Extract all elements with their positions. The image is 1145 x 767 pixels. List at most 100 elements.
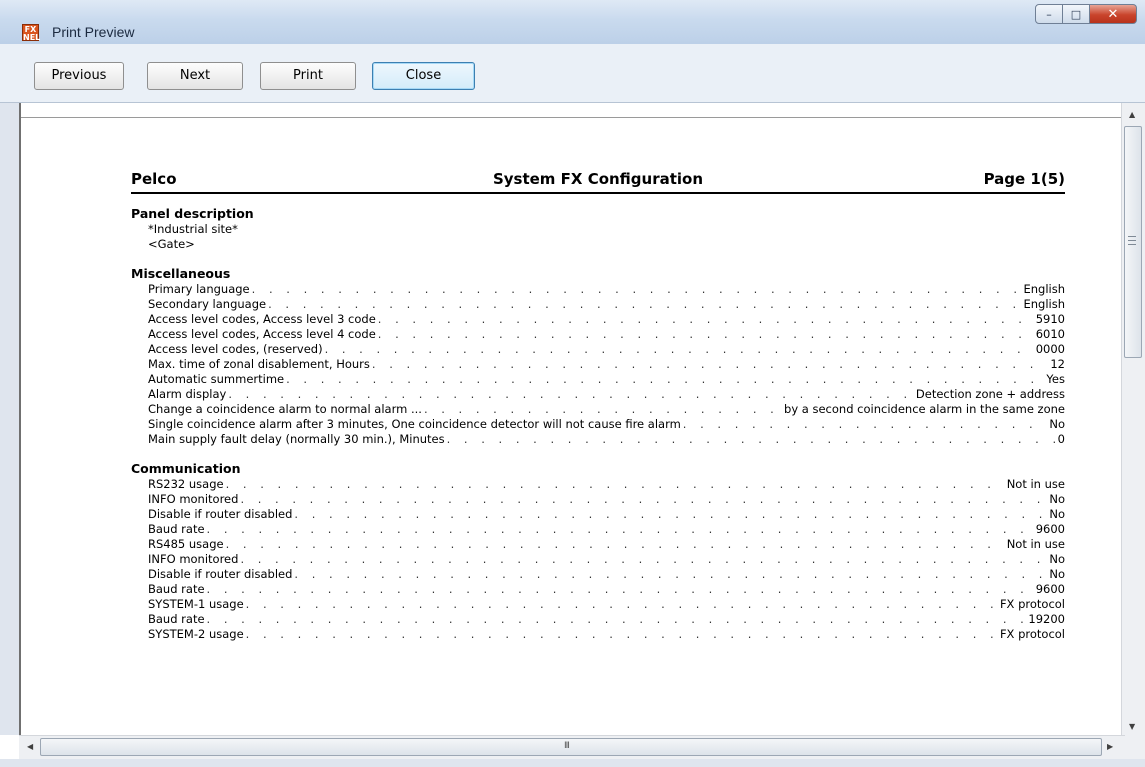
scroll-right-icon[interactable]: ▶ [1107, 742, 1113, 751]
setting-value: FX protocol [999, 597, 1065, 611]
dot-leader [294, 567, 1047, 582]
setting-value: No [1049, 492, 1065, 506]
previous-button[interactable]: Previous [34, 62, 124, 90]
dot-leader [240, 552, 1047, 567]
setting-value: Not in use [1006, 537, 1065, 551]
dot-leader [325, 342, 1034, 357]
setting-label: Baud rate [148, 522, 205, 536]
dot-leader [372, 357, 1048, 372]
setting-row: Main supply fault delay (normally 30 min… [131, 432, 1065, 447]
setting-row: Access level codes, Access level 3 code 5… [131, 312, 1065, 327]
section-title: Miscellaneous [131, 266, 231, 281]
dot-leader [378, 312, 1034, 327]
setting-row: RS485 usage Not in use [131, 537, 1065, 552]
setting-label: INFO monitored [148, 492, 239, 506]
setting-value: Yes [1046, 372, 1065, 386]
grip-icon [1128, 236, 1136, 245]
section-communication: Communication RS232 usageNot in useINFO … [131, 461, 1065, 642]
dot-leader [207, 522, 1034, 537]
setting-label: Baud rate [148, 612, 205, 626]
setting-value: 5910 [1035, 312, 1065, 326]
dot-leader [226, 537, 1005, 552]
setting-row: INFO monitored No [131, 552, 1065, 567]
section-title: Communication [131, 461, 241, 476]
minimize-icon: – [1046, 7, 1052, 21]
setting-value: Detection zone + address [915, 387, 1065, 401]
setting-row: Access level codes, (reserved) 0000 [131, 342, 1065, 357]
setting-value: Not in use [1006, 477, 1065, 491]
dot-leader [228, 387, 914, 402]
dot-leader [246, 627, 998, 642]
setting-value: by a second coincidence alarm in the sam… [784, 402, 1065, 416]
section-miscellaneous: Miscellaneous Primary languageEnglishSec… [131, 266, 1065, 447]
section-title: Panel description [131, 206, 254, 221]
setting-row: Primary language English [131, 282, 1065, 297]
setting-label: Secondary language [148, 297, 267, 311]
maximize-button[interactable]: □ [1063, 4, 1090, 24]
setting-value: 0 [1057, 432, 1065, 446]
setting-value: English [1023, 297, 1065, 311]
setting-row: Secondary language English [131, 297, 1065, 312]
size-grip [1125, 735, 1145, 759]
preview-page: Pelco System FX Configuration Page 1(5) … [131, 170, 1065, 642]
setting-value: No [1049, 417, 1065, 431]
setting-row: RS232 usage Not in use [131, 477, 1065, 492]
minimize-button[interactable]: – [1035, 4, 1063, 24]
setting-value: No [1049, 507, 1065, 521]
next-button[interactable]: Next [147, 62, 243, 90]
maximize-icon: □ [1070, 7, 1082, 21]
setting-label: Alarm display [148, 387, 227, 401]
close-window-button[interactable]: ✕ [1090, 4, 1137, 24]
scroll-left-icon[interactable]: ◀ [27, 742, 33, 751]
setting-value: 6010 [1035, 327, 1065, 341]
preview-frame-left [0, 103, 21, 735]
setting-value: 9600 [1035, 582, 1065, 596]
setting-label: Access level codes, Access level 3 code [148, 312, 376, 326]
setting-label: Primary language [148, 282, 250, 296]
setting-row: Access level codes, Access level 4 code 6… [131, 327, 1065, 342]
setting-row: Max. time of zonal disablement, Hours 12 [131, 357, 1065, 372]
setting-value: 9600 [1035, 522, 1065, 536]
dot-leader [226, 477, 1005, 492]
divider [19, 103, 21, 735]
dot-leader [207, 612, 1027, 627]
section-panel-description: Panel description *Industrial site* <Gat… [131, 206, 1065, 252]
window-controls: – □ ✕ [1035, 4, 1137, 24]
setting-label: Main supply fault delay (normally 30 min… [148, 432, 445, 446]
dot-leader [424, 402, 782, 417]
scroll-down-icon[interactable]: ▼ [1129, 722, 1135, 731]
dot-leader [240, 492, 1047, 507]
toolbar: Previous Next Print Close [0, 44, 1145, 103]
setting-label: Automatic summertime [148, 372, 285, 386]
setting-value: 12 [1050, 357, 1065, 371]
dot-leader [286, 372, 1044, 387]
setting-row: Single coincidence alarm after 3 minutes… [131, 417, 1065, 432]
setting-value: English [1023, 282, 1065, 296]
horizontal-scroll-thumb[interactable] [40, 738, 1102, 756]
setting-row: Change a coincidence alarm to normal ala… [131, 402, 1065, 417]
setting-label: RS232 usage [148, 477, 224, 491]
setting-label: Disable if router disabled [148, 567, 293, 581]
window-title: Print Preview [52, 24, 135, 40]
setting-value: No [1049, 567, 1065, 581]
setting-label: INFO monitored [148, 552, 239, 566]
document-title: System FX Configuration [492, 170, 704, 188]
setting-label: SYSTEM-1 usage [148, 597, 244, 611]
setting-row: Baud rate 9600 [131, 522, 1065, 537]
dot-leader [447, 432, 1056, 447]
title-bar: FX NEL Print Preview – □ ✕ [0, 0, 1145, 44]
setting-row: Automatic summertime Yes [131, 372, 1065, 387]
setting-label: Access level codes, Access level 4 code [148, 327, 376, 341]
dot-leader [268, 297, 1021, 312]
scroll-up-icon[interactable]: ▲ [1129, 110, 1135, 119]
setting-value: FX protocol [999, 627, 1065, 641]
setting-value: 19200 [1028, 612, 1065, 626]
print-button[interactable]: Print [260, 62, 356, 90]
page-number: Page 1(5) [983, 170, 1065, 188]
setting-row: Disable if router disabled No [131, 507, 1065, 522]
grip-icon: III [564, 741, 570, 751]
dot-leader [294, 507, 1047, 522]
page-header: Pelco System FX Configuration Page 1(5) [131, 170, 1065, 194]
close-button[interactable]: Close [372, 62, 475, 90]
setting-label: SYSTEM-2 usage [148, 627, 244, 641]
